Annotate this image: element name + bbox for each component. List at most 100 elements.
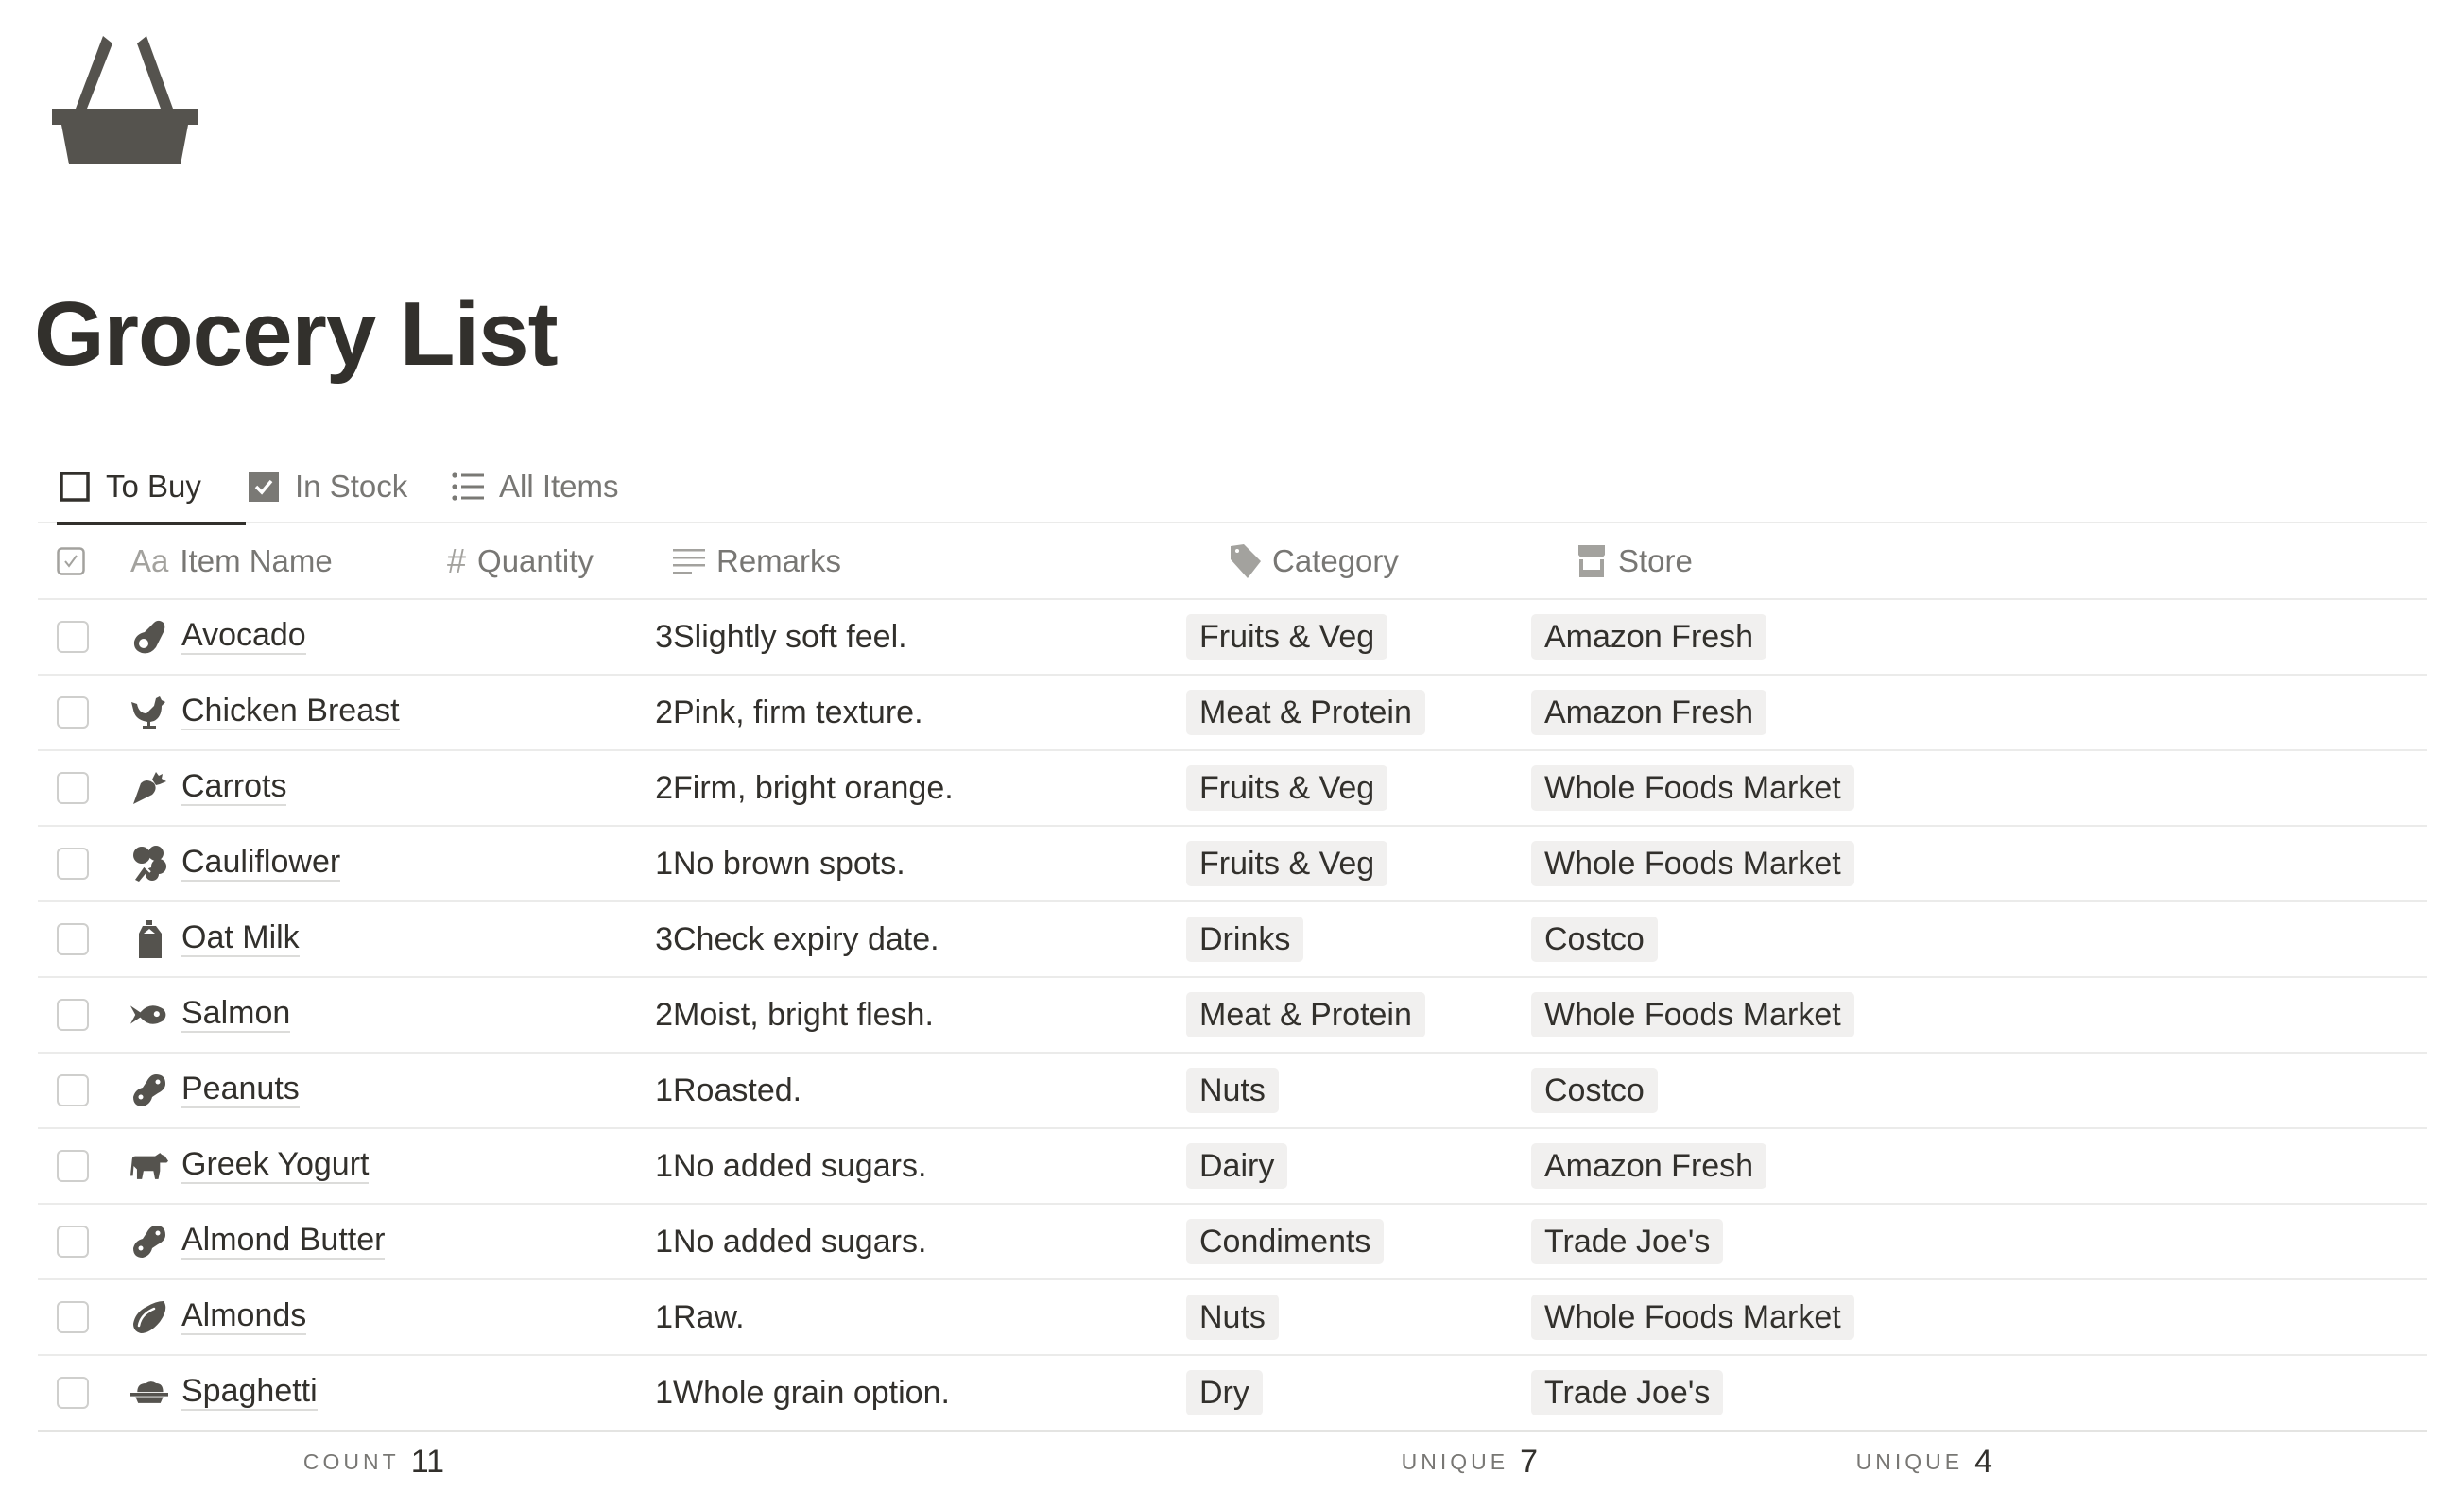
- remarks-cell[interactable]: No added sugars.: [673, 1205, 926, 1278]
- done-cell: [57, 902, 95, 976]
- table-row: Avocado 3 Slightly soft feel. Fruits & V…: [38, 600, 2427, 676]
- done-cell: [57, 1054, 95, 1127]
- tab-all-items[interactable]: All Items: [452, 452, 619, 522]
- quantity-cell[interactable]: 1: [397, 1205, 673, 1278]
- remarks-cell[interactable]: No added sugars.: [673, 1129, 926, 1203]
- remarks-cell[interactable]: No brown spots.: [673, 827, 905, 900]
- remarks-cell[interactable]: Firm, bright orange.: [673, 751, 954, 825]
- quantity-cell[interactable]: 1: [397, 1356, 673, 1430]
- done-checkbox[interactable]: [57, 1074, 89, 1106]
- done-checkbox[interactable]: [57, 1301, 89, 1333]
- done-checkbox[interactable]: [57, 923, 89, 955]
- remarks-cell[interactable]: Check expiry date.: [673, 902, 939, 976]
- category-cell[interactable]: Meat & Protein: [1186, 676, 1425, 749]
- tab-in-stock[interactable]: In Stock: [248, 452, 407, 522]
- header-item-name[interactable]: Aa Item Name: [130, 524, 333, 598]
- category-cell[interactable]: Meat & Protein: [1186, 978, 1425, 1052]
- header-category[interactable]: Category: [1186, 524, 1399, 598]
- quantity-cell[interactable]: 1: [397, 1129, 673, 1203]
- category-tag: Meat & Protein: [1186, 992, 1425, 1037]
- store-cell[interactable]: Amazon Fresh: [1531, 1129, 1767, 1203]
- header-done[interactable]: [57, 524, 95, 598]
- tab-to-buy[interactable]: To Buy: [57, 452, 246, 525]
- done-cell: [57, 978, 95, 1052]
- quantity-value: 1: [655, 1374, 673, 1411]
- item-name-link[interactable]: Almond Butter: [181, 1223, 386, 1260]
- remarks-cell[interactable]: Slightly soft feel.: [673, 600, 907, 674]
- item-name-link[interactable]: Chicken Breast: [181, 694, 400, 730]
- category-cell[interactable]: Condiments: [1186, 1205, 1385, 1278]
- footer-label: Unique: [1855, 1449, 1964, 1474]
- store-cell[interactable]: Whole Foods Market: [1531, 827, 1854, 900]
- done-checkbox[interactable]: [57, 1377, 89, 1409]
- quantity-cell[interactable]: 1: [397, 827, 673, 900]
- store-cell[interactable]: Whole Foods Market: [1531, 751, 1854, 825]
- category-cell[interactable]: Nuts: [1186, 1054, 1279, 1127]
- remarks-cell[interactable]: Raw.: [673, 1280, 745, 1354]
- quantity-cell[interactable]: 3: [397, 902, 673, 976]
- category-tag: Nuts: [1186, 1068, 1279, 1113]
- remarks-cell[interactable]: Roasted.: [673, 1054, 801, 1127]
- item-name-link[interactable]: Spaghetti: [181, 1374, 318, 1411]
- store-cell[interactable]: Trade Joe's: [1531, 1205, 1724, 1278]
- header-store[interactable]: Store: [1531, 524, 1693, 598]
- category-cell[interactable]: Nuts: [1186, 1280, 1279, 1354]
- done-cell: [57, 600, 95, 674]
- category-cell[interactable]: Fruits & Veg: [1186, 600, 1388, 674]
- category-cell[interactable]: Drinks: [1186, 902, 1304, 976]
- done-cell: [57, 1129, 95, 1203]
- item-name-link[interactable]: Salmon: [181, 996, 291, 1033]
- header-remarks[interactable]: Remarks: [673, 524, 841, 598]
- category-tag: Nuts: [1186, 1295, 1279, 1340]
- category-cell[interactable]: Dry: [1186, 1356, 1263, 1430]
- footer-store-unique[interactable]: Unique 4: [1531, 1429, 1992, 1495]
- item-name-link[interactable]: Oat Milk: [181, 920, 300, 957]
- done-checkbox[interactable]: [57, 1150, 89, 1182]
- done-checkbox[interactable]: [57, 1226, 89, 1258]
- footer-count[interactable]: Count 11: [132, 1429, 444, 1495]
- item-name-link[interactable]: Almonds: [181, 1298, 307, 1335]
- item-name-link[interactable]: Peanuts: [181, 1072, 300, 1108]
- remarks-text: No added sugars.: [673, 1223, 927, 1260]
- quantity-value: 1: [655, 1147, 673, 1184]
- remarks-cell[interactable]: Whole grain option.: [673, 1356, 950, 1430]
- empty-checkbox-icon: [59, 471, 91, 503]
- remarks-text: Slightly soft feel.: [673, 618, 907, 655]
- store-cell[interactable]: Costco: [1531, 1054, 1658, 1127]
- header-quantity[interactable]: # Quantity: [447, 524, 594, 598]
- store-cell[interactable]: Whole Foods Market: [1531, 978, 1854, 1052]
- store-cell[interactable]: Costco: [1531, 902, 1658, 976]
- item-name-link[interactable]: Avocado: [181, 618, 306, 655]
- category-cell[interactable]: Dairy: [1186, 1129, 1288, 1203]
- store-cell[interactable]: Whole Foods Market: [1531, 1280, 1854, 1354]
- quantity-cell[interactable]: 3: [397, 600, 673, 674]
- category-cell[interactable]: Fruits & Veg: [1186, 827, 1388, 900]
- done-checkbox[interactable]: [57, 848, 89, 880]
- store-cell[interactable]: Amazon Fresh: [1531, 600, 1767, 674]
- quantity-cell[interactable]: 2: [397, 676, 673, 749]
- quantity-cell[interactable]: 2: [397, 978, 673, 1052]
- store-tag: Whole Foods Market: [1531, 765, 1854, 811]
- footer-category-unique[interactable]: Unique 7: [1186, 1429, 1538, 1495]
- category-cell[interactable]: Fruits & Veg: [1186, 751, 1388, 825]
- item-name-link[interactable]: Cauliflower: [181, 845, 341, 882]
- quantity-cell[interactable]: 2: [397, 751, 673, 825]
- remarks-text: Firm, bright orange.: [673, 769, 954, 806]
- quantity-cell[interactable]: 1: [397, 1280, 673, 1354]
- store-cell[interactable]: Trade Joe's: [1531, 1356, 1724, 1430]
- item-name-link[interactable]: Greek Yogurt: [181, 1147, 370, 1184]
- view-tabs: To Buy In Stock All Items: [38, 452, 2427, 525]
- done-checkbox[interactable]: [57, 621, 89, 653]
- store-tag: Whole Foods Market: [1531, 841, 1854, 886]
- footer-label: Count: [302, 1449, 400, 1474]
- done-checkbox[interactable]: [57, 696, 89, 729]
- remarks-cell[interactable]: Moist, bright flesh.: [673, 978, 934, 1052]
- done-checkbox[interactable]: [57, 999, 89, 1031]
- done-checkbox[interactable]: [57, 772, 89, 804]
- quantity-cell[interactable]: 1: [397, 1054, 673, 1127]
- store-cell[interactable]: Amazon Fresh: [1531, 676, 1767, 749]
- remarks-cell[interactable]: Pink, firm texture.: [673, 676, 923, 749]
- item-name-cell: Greek Yogurt: [130, 1129, 370, 1203]
- item-name-link[interactable]: Carrots: [181, 769, 287, 806]
- remarks-text: Roasted.: [673, 1072, 802, 1108]
